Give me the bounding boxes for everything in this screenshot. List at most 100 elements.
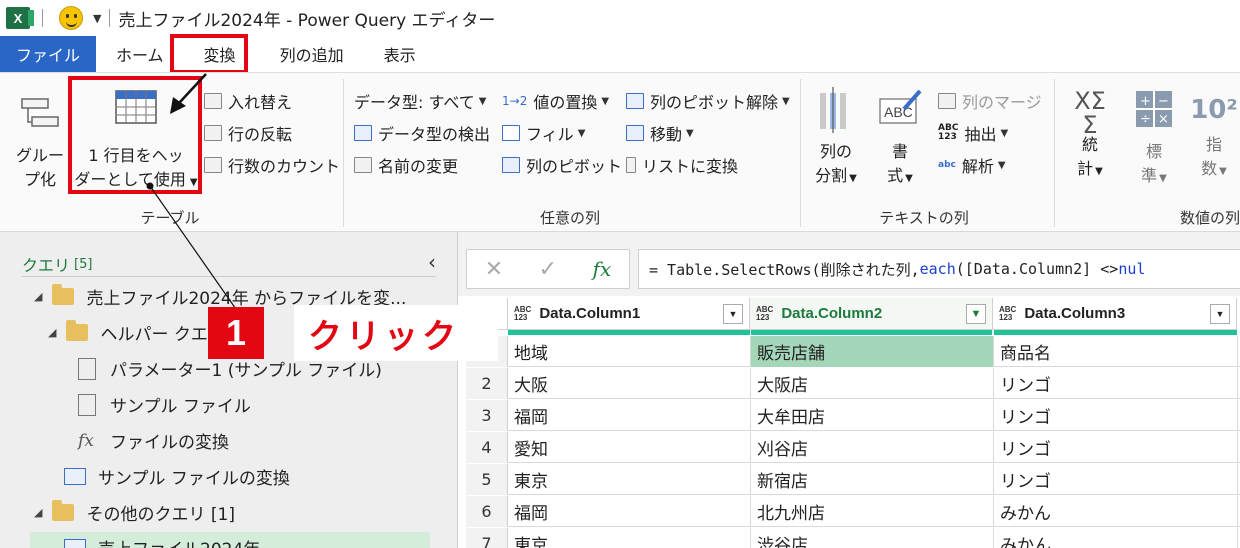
- tab-file[interactable]: ファイル: [0, 36, 97, 72]
- column-header-1[interactable]: ABC 123 Data.Column1 ▼: [508, 298, 750, 330]
- cell[interactable]: みかん: [994, 528, 1238, 548]
- replace-values-button[interactable]: 1→2 値の置換 ▼: [502, 89, 609, 113]
- quick-access-dropdown-icon[interactable]: ▼: [93, 12, 101, 25]
- click-instruction-label: クリック: [294, 305, 498, 361]
- column-filtered-icon[interactable]: ▼: [966, 304, 986, 324]
- count-rows-button[interactable]: 行数のカウント: [204, 153, 340, 177]
- column-header-3[interactable]: ABC 123 Data.Column3 ▼: [993, 298, 1237, 330]
- query-item[interactable]: サンプル ファイルの変換: [64, 464, 290, 489]
- smiley-feedback-icon[interactable]: [59, 6, 83, 30]
- cell[interactable]: 大阪: [508, 368, 751, 399]
- queries-header-divider: [22, 276, 436, 277]
- cell[interactable]: リンゴ: [994, 432, 1238, 463]
- dropdown-arrow-icon: ▼: [905, 173, 913, 184]
- table-icon: [64, 538, 86, 548]
- cell[interactable]: 地域: [508, 336, 751, 367]
- merge-columns-button[interactable]: 列のマージ: [938, 89, 1042, 113]
- fx-icon[interactable]: fx: [593, 257, 612, 281]
- cell[interactable]: リンゴ: [994, 400, 1238, 431]
- group-separator: [1054, 79, 1055, 227]
- column-filter-button[interactable]: ▼: [723, 304, 743, 324]
- format-button[interactable]: ABC 書 式 ▼: [872, 87, 928, 191]
- split-column-button[interactable]: 列の 分割 ▼: [808, 87, 864, 191]
- row-number: 2: [466, 368, 508, 399]
- reverse-rows-button[interactable]: 行の反転: [204, 121, 292, 145]
- cell[interactable]: 刈谷店: [751, 432, 994, 463]
- folder-icon: [52, 500, 75, 521]
- table-row: 5 東京 新宿店 リンゴ: [466, 464, 1240, 495]
- move-button[interactable]: 移動 ▼: [626, 121, 694, 145]
- cell[interactable]: 商品名: [994, 336, 1238, 367]
- cell[interactable]: 東京: [508, 528, 751, 548]
- transpose-button[interactable]: 入れ替え: [204, 89, 292, 113]
- cell[interactable]: リンゴ: [994, 368, 1238, 399]
- formula-buttons: ✕ ✓ fx: [466, 249, 630, 289]
- highlight-use-first-row-button: [68, 76, 202, 194]
- dropdown-arrow-icon: ▼: [478, 95, 487, 107]
- cell[interactable]: 新宿店: [751, 464, 994, 495]
- column-quality-bar: [508, 330, 750, 335]
- extract-button[interactable]: ABC 123 抽出 ▼: [938, 121, 1008, 145]
- cell[interactable]: 大阪店: [751, 368, 994, 399]
- cell[interactable]: 福岡: [508, 496, 751, 527]
- query-folder-item[interactable]: ◢ ヘルパー クエリ: [48, 320, 225, 345]
- confirm-icon[interactable]: ✓: [539, 257, 557, 282]
- tab-add-column[interactable]: 列の追加: [258, 36, 364, 72]
- cell[interactable]: 東京: [508, 464, 751, 495]
- highlight-transform-tab: [170, 34, 248, 74]
- column-header-2[interactable]: ABC 123 Data.Column2 ▼: [750, 298, 993, 330]
- replace-values-icon: 1→2: [502, 94, 528, 108]
- data-type-dropdown[interactable]: データ型: すべて ▼: [354, 89, 486, 113]
- column-quality-bar: [751, 330, 992, 335]
- collapse-pane-icon[interactable]: ‹: [428, 250, 436, 274]
- rename-icon: [354, 157, 372, 173]
- function-icon: fx: [78, 430, 94, 451]
- dropdown-arrow-icon: ▼: [577, 127, 586, 139]
- cell[interactable]: 愛知: [508, 432, 751, 463]
- cell[interactable]: 大牟田店: [751, 400, 994, 431]
- rename-button[interactable]: 名前の変更: [354, 153, 458, 177]
- query-item[interactable]: fx ファイルの変換: [78, 428, 229, 454]
- unpivot-columns-button[interactable]: 列のピボット解除 ▼: [626, 89, 790, 113]
- group-label-number-column: 数値の列: [1180, 209, 1240, 227]
- statistics-label-2: 計 ▼: [1077, 159, 1103, 178]
- fill-button[interactable]: フィル ▼: [502, 121, 585, 145]
- cell[interactable]: 渋谷店: [751, 528, 994, 548]
- cell[interactable]: みかん: [994, 496, 1238, 527]
- group-label-text-column: テキストの列: [879, 209, 969, 227]
- formula-input[interactable]: = Table.SelectRows(削除された列, each ([Data.C…: [638, 249, 1240, 289]
- tab-view[interactable]: 表示: [364, 36, 436, 72]
- standard-label-1: 標: [1145, 142, 1162, 161]
- query-item[interactable]: サンプル ファイル: [78, 392, 251, 417]
- expand-triangle-icon: ◢: [34, 290, 43, 303]
- cell[interactable]: リンゴ: [994, 464, 1238, 495]
- statistics-button[interactable]: XΣ Σ 統 計 ▼: [1062, 87, 1118, 184]
- detect-type-icon: [354, 125, 372, 141]
- tab-home[interactable]: ホーム: [96, 36, 182, 72]
- parse-button[interactable]: abc 解析 ▼: [938, 153, 1006, 177]
- statistics-label-1: 統: [1081, 135, 1098, 154]
- group-by-button[interactable]: グルー プ化: [14, 93, 66, 192]
- sigma-icon: XΣ Σ: [1074, 87, 1106, 139]
- query-item-selected[interactable]: 売上ファイル2024年: [30, 532, 430, 548]
- parse-icon: abc: [938, 160, 956, 170]
- column-filter-button[interactable]: ▼: [1210, 304, 1230, 324]
- group-label-table: テーブル: [140, 209, 200, 227]
- format-label-1: 書: [891, 142, 908, 161]
- table-row: 6 福岡 北九州店 みかん: [466, 496, 1240, 527]
- cancel-icon[interactable]: ✕: [485, 257, 503, 282]
- standard-button[interactable]: + − ÷ × 標 準 ▼: [1126, 87, 1182, 191]
- cell[interactable]: 福岡: [508, 400, 751, 431]
- dropdown-arrow-icon: ▼: [686, 127, 694, 139]
- cell[interactable]: 北九州店: [751, 496, 994, 527]
- query-folder-item[interactable]: ◢ その他のクエリ [1]: [34, 500, 235, 525]
- cell-selected[interactable]: 販売店舗: [751, 336, 994, 367]
- group-by-label-1: グルー: [15, 146, 64, 165]
- svg-text:×: ×: [1158, 112, 1169, 127]
- pivot-column-button[interactable]: 列のピボット: [502, 153, 622, 177]
- folder-icon: [66, 320, 89, 341]
- scientific-button[interactable]: 10² 指 数 ▼: [1188, 87, 1240, 184]
- detect-data-type-button[interactable]: データ型の検出: [354, 121, 490, 145]
- group-label-any-column: 任意の列: [539, 209, 600, 227]
- convert-to-list-button[interactable]: リストに変換: [626, 153, 738, 177]
